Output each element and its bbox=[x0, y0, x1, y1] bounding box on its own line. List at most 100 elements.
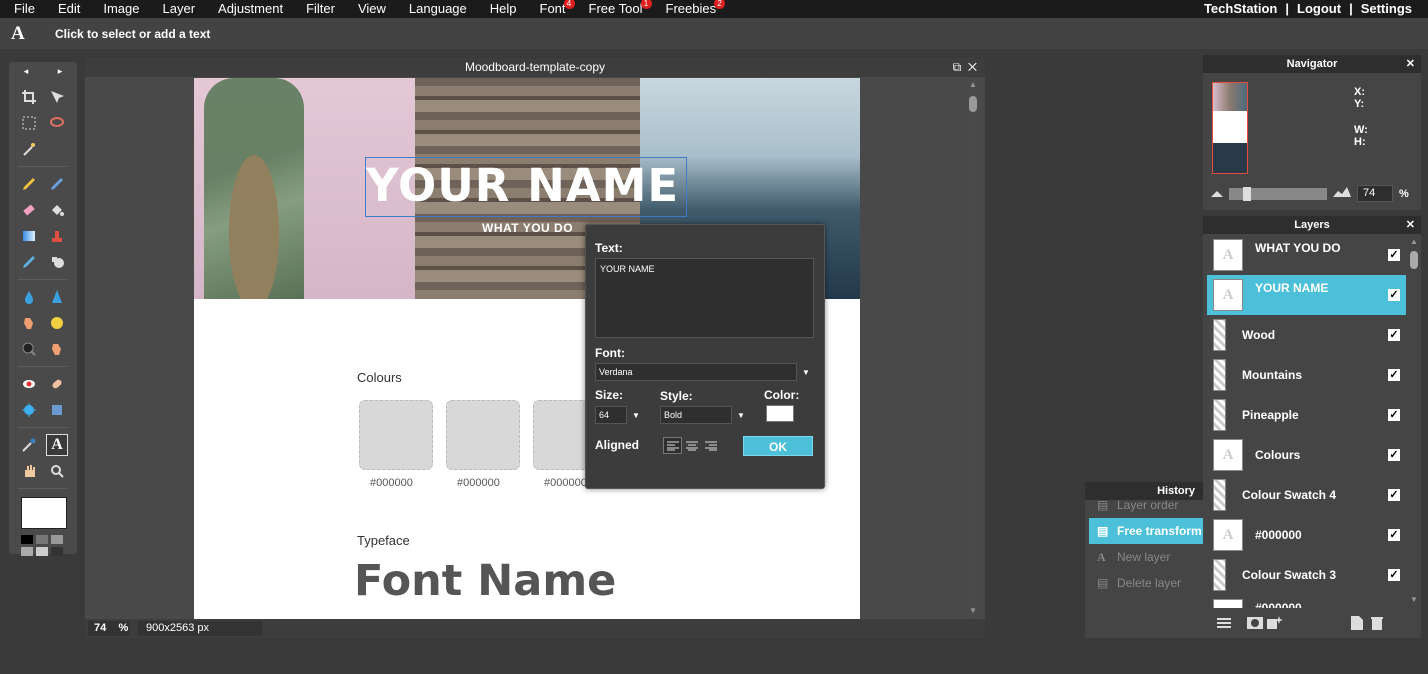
move-icon[interactable] bbox=[46, 86, 68, 108]
layer-row[interactable]: Mountains ✓ bbox=[1203, 355, 1406, 395]
user-link[interactable]: TechStation bbox=[1200, 0, 1281, 18]
size-select[interactable]: 64 bbox=[595, 406, 627, 424]
style-dropdown-icon[interactable]: ▼ bbox=[737, 411, 745, 420]
smudge-icon[interactable] bbox=[18, 312, 40, 334]
zoom-input[interactable]: 74 % bbox=[88, 621, 130, 636]
layer-row[interactable]: A#000000✓ bbox=[1203, 515, 1406, 555]
navigator-zoom-input[interactable]: 74 bbox=[1357, 185, 1393, 202]
visibility-checkbox[interactable]: ✓ bbox=[1388, 569, 1400, 581]
visibility-checkbox[interactable]: ✓ bbox=[1388, 529, 1400, 541]
crop-icon[interactable] bbox=[18, 86, 40, 108]
toolbox-prev-icon[interactable]: ◂ bbox=[24, 66, 29, 77]
zoom-out-icon[interactable] bbox=[1211, 188, 1223, 200]
scrollbar-thumb[interactable] bbox=[1410, 251, 1418, 269]
sponge-icon[interactable] bbox=[46, 312, 68, 334]
menu-edit[interactable]: Edit bbox=[44, 0, 89, 18]
drawing-icon[interactable] bbox=[46, 251, 68, 273]
preset-swatch[interactable] bbox=[21, 535, 33, 544]
menu-layer[interactable]: Layer bbox=[149, 0, 205, 18]
gradient-icon[interactable] bbox=[18, 225, 40, 247]
align-center-icon[interactable] bbox=[682, 437, 701, 454]
menu-image[interactable]: Image bbox=[89, 0, 148, 18]
marquee-icon[interactable] bbox=[18, 112, 40, 134]
layer-row[interactable]: Colour Swatch 4 ✓ bbox=[1203, 475, 1406, 515]
scroll-up-icon[interactable]: ▲ bbox=[969, 80, 977, 89]
layer-row[interactable]: Wood ✓ bbox=[1203, 315, 1406, 355]
visibility-checkbox[interactable]: ✓ bbox=[1388, 249, 1400, 261]
menu-free-tool[interactable]: Free Tool 1 bbox=[575, 0, 652, 18]
align-left-icon[interactable] bbox=[663, 437, 682, 454]
magic-wand-icon[interactable] bbox=[18, 138, 40, 160]
font-select[interactable]: Verdana bbox=[595, 363, 797, 381]
layer-row[interactable]: A YOUR NAME ✓ bbox=[1207, 275, 1406, 315]
close-icon[interactable]: ✕ bbox=[1406, 55, 1415, 73]
blur-icon[interactable] bbox=[18, 286, 40, 308]
zoom-slider-knob[interactable] bbox=[1243, 186, 1251, 201]
dodge-icon[interactable] bbox=[18, 338, 40, 360]
menu-adjustment[interactable]: Adjustment bbox=[204, 0, 292, 18]
layer-row[interactable]: A#000000✓ bbox=[1203, 595, 1406, 608]
layer-row[interactable]: A Colours ✓ bbox=[1203, 435, 1406, 475]
color-replace-icon[interactable] bbox=[18, 251, 40, 273]
paint-bucket-icon[interactable] bbox=[46, 199, 68, 221]
scroll-down-icon[interactable]: ▼ bbox=[969, 606, 977, 615]
layer-row[interactable]: A WHAT YOU DO ✓ bbox=[1203, 235, 1406, 275]
preset-swatch[interactable] bbox=[51, 535, 63, 544]
document-scrollbar[interactable]: ▲ ▼ bbox=[966, 78, 980, 619]
history-item[interactable]: ▤ Free transform bbox=[1089, 518, 1215, 544]
sharpen-icon[interactable] bbox=[46, 286, 68, 308]
text-color-swatch[interactable] bbox=[766, 405, 794, 422]
red-eye-icon[interactable] bbox=[18, 373, 40, 395]
history-item[interactable]: A New layer bbox=[1085, 544, 1215, 570]
menu-font[interactable]: Font 4 bbox=[526, 0, 575, 18]
spot-heal-icon[interactable] bbox=[46, 373, 68, 395]
history-item[interactable]: ▤ Delete layer bbox=[1085, 570, 1215, 596]
zoom-icon[interactable] bbox=[46, 460, 68, 482]
visibility-checkbox[interactable]: ✓ bbox=[1388, 289, 1400, 301]
align-right-icon[interactable] bbox=[701, 437, 720, 454]
menu-help[interactable]: Help bbox=[476, 0, 526, 18]
scrollbar-thumb[interactable] bbox=[969, 96, 977, 112]
menu-freebies[interactable]: Freebies 2 bbox=[652, 0, 726, 18]
layer-mask-icon[interactable] bbox=[1247, 616, 1263, 632]
layer-row[interactable]: Pineapple ✓ bbox=[1203, 395, 1406, 435]
layer-styles-icon[interactable] bbox=[1267, 615, 1283, 633]
layer-settings-icon[interactable] bbox=[1217, 617, 1231, 632]
zoom-slider[interactable] bbox=[1229, 186, 1327, 201]
scroll-up-icon[interactable]: ▲ bbox=[1410, 237, 1418, 246]
menu-filter[interactable]: Filter bbox=[292, 0, 344, 18]
preset-swatch[interactable] bbox=[36, 547, 48, 556]
subhead-text[interactable]: WHAT YOU DO bbox=[482, 221, 573, 235]
settings-link[interactable]: Settings bbox=[1357, 0, 1416, 18]
foreground-color-swatch[interactable] bbox=[21, 497, 67, 529]
menu-file[interactable]: File bbox=[0, 0, 44, 18]
hand-icon[interactable] bbox=[18, 460, 40, 482]
close-icon[interactable]: ✕ bbox=[1406, 216, 1415, 234]
menu-language[interactable]: Language bbox=[395, 0, 476, 18]
menu-view[interactable]: View bbox=[344, 0, 395, 18]
ok-button[interactable]: OK bbox=[743, 436, 813, 456]
size-dropdown-icon[interactable]: ▼ bbox=[632, 411, 640, 420]
preset-swatch[interactable] bbox=[36, 535, 48, 544]
brush-icon[interactable] bbox=[46, 173, 68, 195]
burn-icon[interactable] bbox=[46, 338, 68, 360]
visibility-checkbox[interactable]: ✓ bbox=[1388, 449, 1400, 461]
toolbox-next-icon[interactable]: ▸ bbox=[58, 66, 63, 77]
scroll-down-icon[interactable]: ▼ bbox=[1410, 595, 1418, 604]
color-picker-icon[interactable] bbox=[18, 434, 40, 456]
visibility-checkbox[interactable]: ✓ bbox=[1388, 409, 1400, 421]
visibility-checkbox[interactable]: ✓ bbox=[1388, 489, 1400, 501]
close-icon[interactable]: ✕ bbox=[968, 60, 977, 74]
pinch-icon[interactable] bbox=[46, 399, 68, 421]
new-layer-icon[interactable] bbox=[1351, 615, 1363, 633]
preset-swatch[interactable] bbox=[51, 547, 63, 556]
logout-link[interactable]: Logout bbox=[1293, 0, 1345, 18]
layer-row[interactable]: Colour Swatch 3 ✓ bbox=[1203, 555, 1406, 595]
navigator-thumbnail[interactable] bbox=[1212, 82, 1248, 174]
font-dropdown-icon[interactable]: ▼ bbox=[802, 368, 810, 377]
delete-layer-icon[interactable] bbox=[1371, 616, 1383, 633]
restore-icon[interactable]: ⧉ bbox=[953, 60, 962, 74]
style-select[interactable]: Bold bbox=[660, 406, 732, 424]
lasso-icon[interactable] bbox=[46, 112, 68, 134]
headline-text[interactable]: YOUR NAME bbox=[366, 157, 688, 215]
